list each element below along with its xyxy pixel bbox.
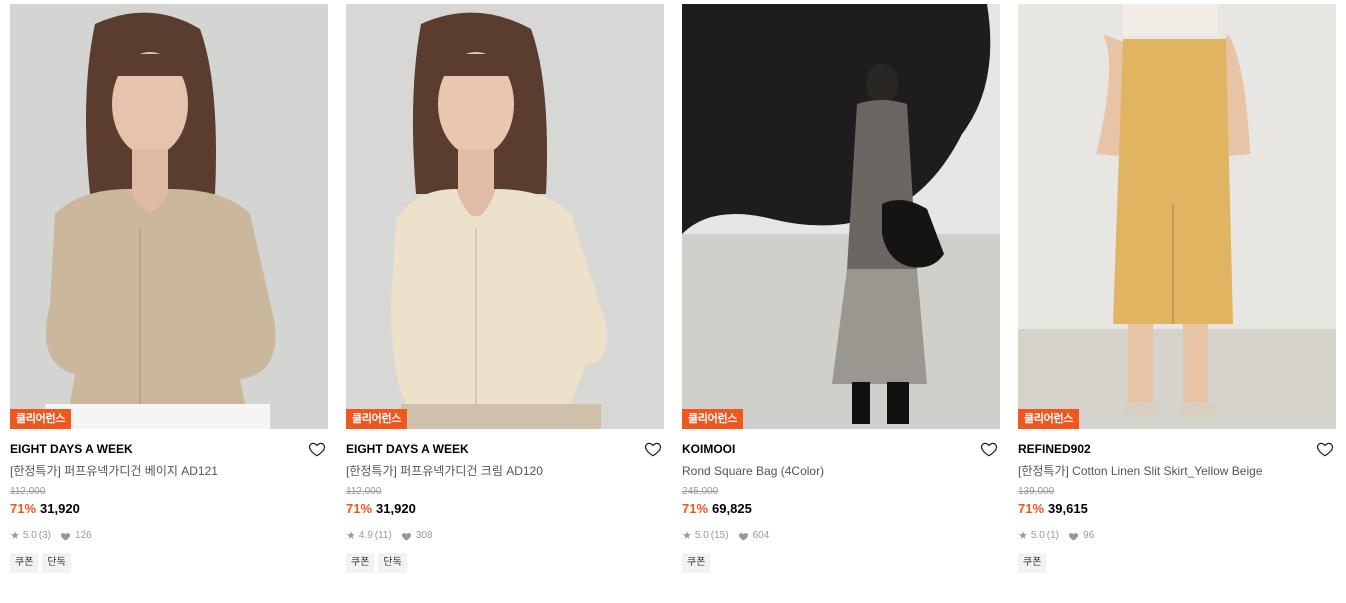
review-count: (15)	[710, 530, 729, 541]
price-row: 71% 69,825	[682, 501, 1000, 517]
wishlist-heart-icon[interactable]	[308, 440, 326, 458]
like-count: 126	[75, 530, 92, 541]
price-row: 71% 31,920	[346, 501, 664, 517]
like-count: 308	[415, 530, 433, 541]
star-icon: ★	[346, 530, 356, 542]
product-image[interactable]: 클리어런스	[346, 4, 664, 429]
product-image[interactable]: 클리어런스	[1018, 4, 1336, 429]
rating-value: 4.9	[358, 530, 373, 541]
product-meta: ★ 5.0 (1) 96	[1018, 529, 1336, 543]
price-row: 71% 31,920	[10, 501, 328, 517]
coupon-tag: 쿠폰	[1018, 553, 1047, 573]
wishlist-heart-icon[interactable]	[980, 440, 998, 458]
exclusive-tag: 단독	[378, 553, 407, 573]
review-count: (3)	[38, 530, 52, 541]
coupon-tag: 쿠폰	[10, 553, 39, 573]
star-icon: ★	[1018, 530, 1028, 542]
exclusive-tag: 단독	[42, 553, 71, 573]
review-count: (11)	[374, 530, 392, 541]
original-price: 112,000	[346, 486, 382, 497]
product-card[interactable]: 클리어런스 EIGHT DAYS A WEEK [한정특가] 퍼프유넥가디건 크…	[346, 4, 664, 594]
tag-list: 쿠폰	[682, 553, 1000, 573]
discount-rate: 71%	[346, 501, 373, 516]
like-count: 604	[752, 530, 770, 541]
product-image[interactable]: 클리어런스	[10, 4, 328, 429]
product-meta: ★ 5.0 (3) 126	[10, 529, 328, 543]
product-name[interactable]: [한정특가] 퍼프유넥가디건 크림 AD120	[346, 463, 664, 479]
heart-icon	[1068, 533, 1079, 541]
product-meta: ★ 5.0 (15) 604	[682, 529, 1000, 543]
original-price: 245,000	[682, 486, 719, 497]
discount-rate: 71%	[682, 501, 709, 516]
product-image[interactable]: 클리어런스	[682, 4, 1000, 429]
clearance-badge: 클리어런스	[682, 409, 744, 429]
brand-name[interactable]: REFINED902	[1018, 440, 1336, 458]
wishlist-heart-icon[interactable]	[644, 440, 662, 458]
heart-icon	[60, 533, 71, 541]
discount-rate: 71%	[10, 501, 37, 516]
star-icon: ★	[10, 530, 20, 542]
product-name[interactable]: [한정특가] Cotton Linen Slit Skirt_Yellow Be…	[1018, 463, 1336, 479]
clearance-badge: 클리어런스	[346, 409, 408, 429]
coupon-tag: 쿠폰	[682, 553, 711, 573]
brand-name[interactable]: EIGHT DAYS A WEEK	[346, 440, 664, 458]
product-grid: 클리어런스 EIGHT DAYS A WEEK [한정특가] 퍼프유넥가디건 베…	[0, 0, 1346, 603]
sale-price: 31,920	[40, 501, 80, 516]
wishlist-heart-icon[interactable]	[1316, 440, 1334, 458]
star-icon: ★	[682, 530, 692, 542]
original-price: 139,000	[1018, 486, 1055, 497]
brand-name[interactable]: EIGHT DAYS A WEEK	[10, 440, 328, 458]
product-card[interactable]: 클리어런스 KOIMOOI Rond Square Bag (4Color) 2…	[682, 4, 1000, 594]
heart-icon	[401, 533, 411, 541]
discount-rate: 71%	[1018, 501, 1045, 516]
sale-price: 39,615	[1048, 501, 1088, 516]
product-card[interactable]: 클리어런스 EIGHT DAYS A WEEK [한정특가] 퍼프유넥가디건 베…	[10, 4, 328, 594]
clearance-badge: 클리어런스	[1018, 409, 1080, 429]
tag-list: 쿠폰 단독	[346, 553, 664, 573]
sale-price: 31,920	[376, 501, 416, 516]
price-row: 71% 39,615	[1018, 501, 1336, 517]
coupon-tag: 쿠폰	[346, 553, 375, 573]
rating-value: 5.0	[694, 530, 709, 541]
original-price: 112,000	[10, 486, 46, 497]
clearance-badge: 클리어런스	[10, 409, 72, 429]
rating-value: 5.0	[22, 530, 37, 541]
like-count: 96	[1083, 530, 1095, 541]
product-meta: ★ 4.9 (11) 308	[346, 529, 664, 543]
brand-name[interactable]: KOIMOOI	[682, 440, 1000, 458]
product-name[interactable]: [한정특가] 퍼프유넥가디건 베이지 AD121	[10, 463, 328, 479]
product-name[interactable]: Rond Square Bag (4Color)	[682, 463, 1000, 479]
sale-price: 69,825	[712, 501, 752, 516]
tag-list: 쿠폰 단독	[10, 553, 328, 573]
tag-list: 쿠폰	[1018, 553, 1336, 573]
review-count: (1)	[1046, 530, 1060, 541]
product-card[interactable]: 클리어런스 REFINED902 [한정특가] Cotton Linen Sli…	[1018, 4, 1336, 594]
rating-value: 5.0	[1030, 530, 1045, 541]
heart-icon	[738, 533, 748, 541]
